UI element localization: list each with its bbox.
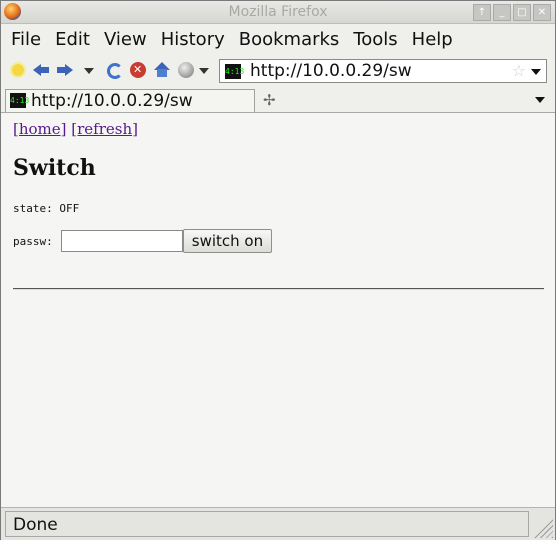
bookmark-star-icon[interactable]: ☆	[512, 61, 526, 80]
refresh-link[interactable]: [refresh]	[71, 120, 138, 138]
resize-grip-icon[interactable]	[533, 518, 553, 538]
navigation-toolbar: 4:13 http://10.0.0.29/sw ☆	[1, 56, 555, 86]
horizontal-rule	[13, 288, 544, 290]
menu-bar: File Edit View History Bookmarks Tools H…	[1, 24, 556, 54]
password-form: passw: switch on	[13, 229, 273, 253]
password-label: passw:	[13, 234, 53, 248]
state-text: state: OFF	[13, 202, 80, 215]
status-bar: Done	[1, 507, 555, 540]
new-tab-icon[interactable]: ✢	[263, 91, 276, 109]
menu-file[interactable]: File	[3, 29, 47, 50]
page-content: [home] [refresh] Switch state: OFF passw…	[1, 113, 555, 507]
new-bookmark-icon[interactable]	[9, 61, 27, 79]
url-text[interactable]: http://10.0.0.29/sw	[250, 61, 412, 81]
window-controls: ↑ _ □ ✕	[473, 4, 551, 21]
tab-list-dropdown-icon[interactable]	[535, 97, 545, 103]
tab-favicon-icon: 4:13	[10, 93, 29, 108]
menu-history[interactable]: History	[153, 29, 231, 50]
page-nav-links: [home] [refresh]	[13, 120, 138, 138]
menu-tools[interactable]: Tools	[345, 29, 403, 50]
title-bar: Mozilla Firefox ↑ _ □ ✕	[1, 1, 555, 24]
maximize-icon[interactable]: □	[513, 4, 531, 21]
url-dropdown-icon[interactable]	[531, 69, 541, 75]
url-bar[interactable]: 4:13 http://10.0.0.29/sw ☆	[219, 59, 547, 83]
switch-on-button[interactable]: switch on	[182, 229, 273, 253]
minimize-icon[interactable]: _	[493, 4, 511, 21]
history-dropdown-icon[interactable]	[82, 61, 94, 79]
raise-icon[interactable]: ↑	[473, 4, 491, 21]
tab-label: http://10.0.0.29/sw	[31, 91, 193, 111]
page-title: Switch	[13, 155, 96, 181]
status-text: Done	[13, 515, 58, 535]
password-field[interactable]	[60, 230, 183, 252]
status-panel: Done	[5, 511, 529, 537]
tab-sw[interactable]: 4:13 http://10.0.0.29/sw	[5, 89, 255, 112]
window-title: Mozilla Firefox	[228, 4, 328, 20]
globe-dropdown-icon[interactable]	[197, 61, 209, 79]
globe-icon[interactable]	[177, 61, 195, 79]
home-icon[interactable]	[153, 61, 171, 79]
browser-window: Mozilla Firefox ↑ _ □ ✕ File Edit View H…	[0, 0, 556, 540]
reload-icon[interactable]	[105, 61, 123, 79]
home-link[interactable]: [home]	[13, 120, 67, 138]
back-icon[interactable]	[33, 61, 51, 79]
site-favicon-icon: 4:13	[225, 64, 244, 79]
close-icon[interactable]: ✕	[533, 4, 551, 21]
menu-help[interactable]: Help	[404, 29, 459, 50]
menu-view[interactable]: View	[96, 29, 153, 50]
forward-icon[interactable]	[57, 61, 75, 79]
stop-icon[interactable]	[129, 61, 147, 79]
tab-bar: 4:13 http://10.0.0.29/sw ✢	[1, 88, 555, 113]
menu-edit[interactable]: Edit	[47, 29, 96, 50]
menu-bookmarks[interactable]: Bookmarks	[231, 29, 346, 50]
